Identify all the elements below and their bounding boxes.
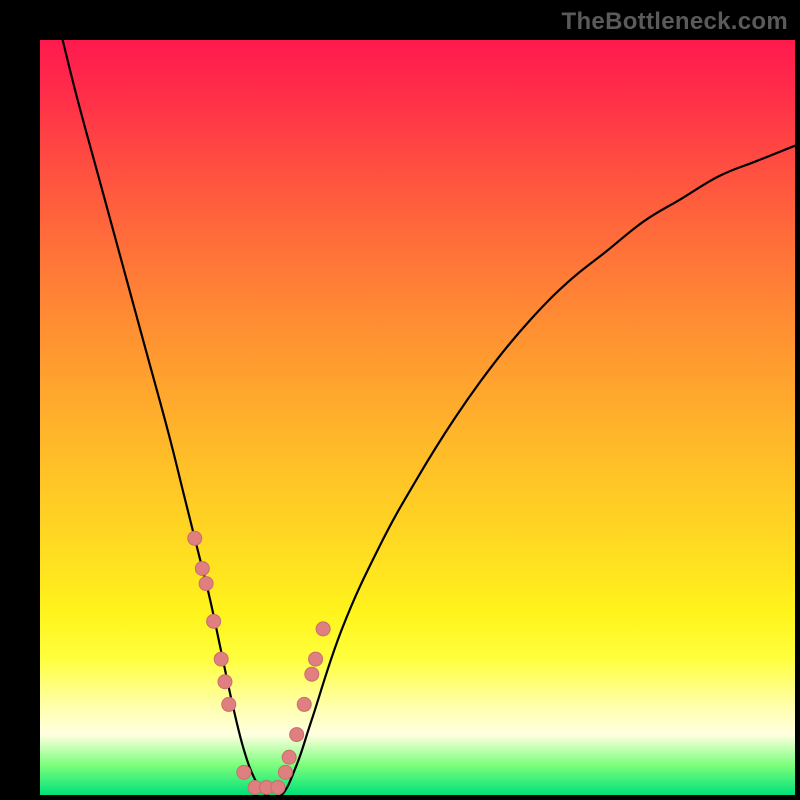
chart-svg [40, 40, 795, 795]
marker-point [278, 765, 292, 779]
watermark-text: TheBottleneck.com [562, 8, 788, 36]
chart-container: TheBottleneck.com [0, 0, 800, 800]
marker-point [297, 697, 311, 711]
marker-point [316, 622, 330, 636]
marker-point [309, 652, 323, 666]
marker-point [199, 577, 213, 591]
marker-point [282, 750, 296, 764]
marker-point [214, 652, 228, 666]
marker-point [305, 667, 319, 681]
marker-point [271, 780, 285, 794]
marker-point [188, 531, 202, 545]
marker-point [290, 728, 304, 742]
bottleneck-curve [63, 40, 795, 798]
marker-point [195, 562, 209, 576]
plot-area [40, 40, 795, 795]
marker-point [237, 765, 251, 779]
marker-point [222, 697, 236, 711]
marker-point [218, 675, 232, 689]
marker-point [207, 614, 221, 628]
